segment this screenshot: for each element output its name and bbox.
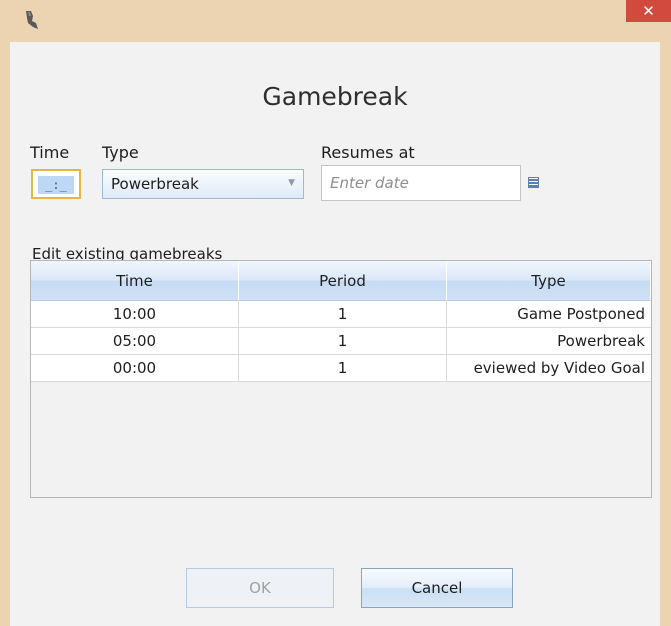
resumes-date-field[interactable] — [321, 165, 521, 201]
ok-button[interactable]: OK — [186, 568, 334, 608]
type-selected-value: Powerbreak — [111, 175, 199, 193]
grid-header: Time Period Type — [31, 261, 651, 301]
close-button[interactable]: ✕ — [626, 0, 671, 22]
cell-type: Powerbreak — [447, 328, 651, 355]
cell-time: 05:00 — [31, 328, 239, 355]
cell-time: 00:00 — [31, 355, 239, 382]
cell-period: 1 — [239, 328, 447, 355]
app-quill-icon — [26, 11, 38, 29]
type-dropdown[interactable]: Powerbreak ▼ — [102, 169, 304, 199]
cell-type: eviewed by Video Goal — [447, 355, 651, 382]
title-bar[interactable]: ✕ — [0, 0, 671, 42]
calendar-button[interactable] — [524, 169, 544, 197]
resumes-at-label: Resumes at — [321, 143, 415, 162]
calendar-icon — [528, 177, 539, 188]
column-header-type[interactable]: Type — [447, 261, 651, 301]
time-field[interactable]: _:_ — [31, 169, 81, 199]
cell-period: 1 — [239, 301, 447, 328]
cell-time: 10:00 — [31, 301, 239, 328]
time-mask-value: _:_ — [38, 176, 74, 194]
type-label: Type — [102, 143, 139, 162]
dialog-window: ✕ Gamebreak Time Type Resumes at _:_ Pow… — [0, 0, 671, 626]
cell-type: Game Postponed — [447, 301, 651, 328]
gamebreaks-grid[interactable]: Time Period Type 10:00 1 Game Postponed … — [30, 260, 652, 498]
chevron-down-icon: ▼ — [288, 178, 295, 188]
column-header-period[interactable]: Period — [239, 261, 447, 301]
table-row[interactable]: 10:00 1 Game Postponed — [31, 301, 651, 328]
table-row[interactable]: 05:00 1 Powerbreak — [31, 328, 651, 355]
column-header-time[interactable]: Time — [31, 261, 239, 301]
dialog-title: Gamebreak — [262, 82, 408, 111]
cancel-button[interactable]: Cancel — [361, 568, 513, 608]
resumes-date-input[interactable] — [330, 172, 500, 194]
time-label: Time — [30, 143, 70, 162]
grid-rows: 10:00 1 Game Postponed 05:00 1 Powerbrea… — [31, 301, 651, 382]
dialog-body: Gamebreak Time Type Resumes at _:_ Power… — [10, 42, 660, 626]
cell-period: 1 — [239, 355, 447, 382]
table-row[interactable]: 00:00 1 eviewed by Video Goal — [31, 355, 651, 382]
